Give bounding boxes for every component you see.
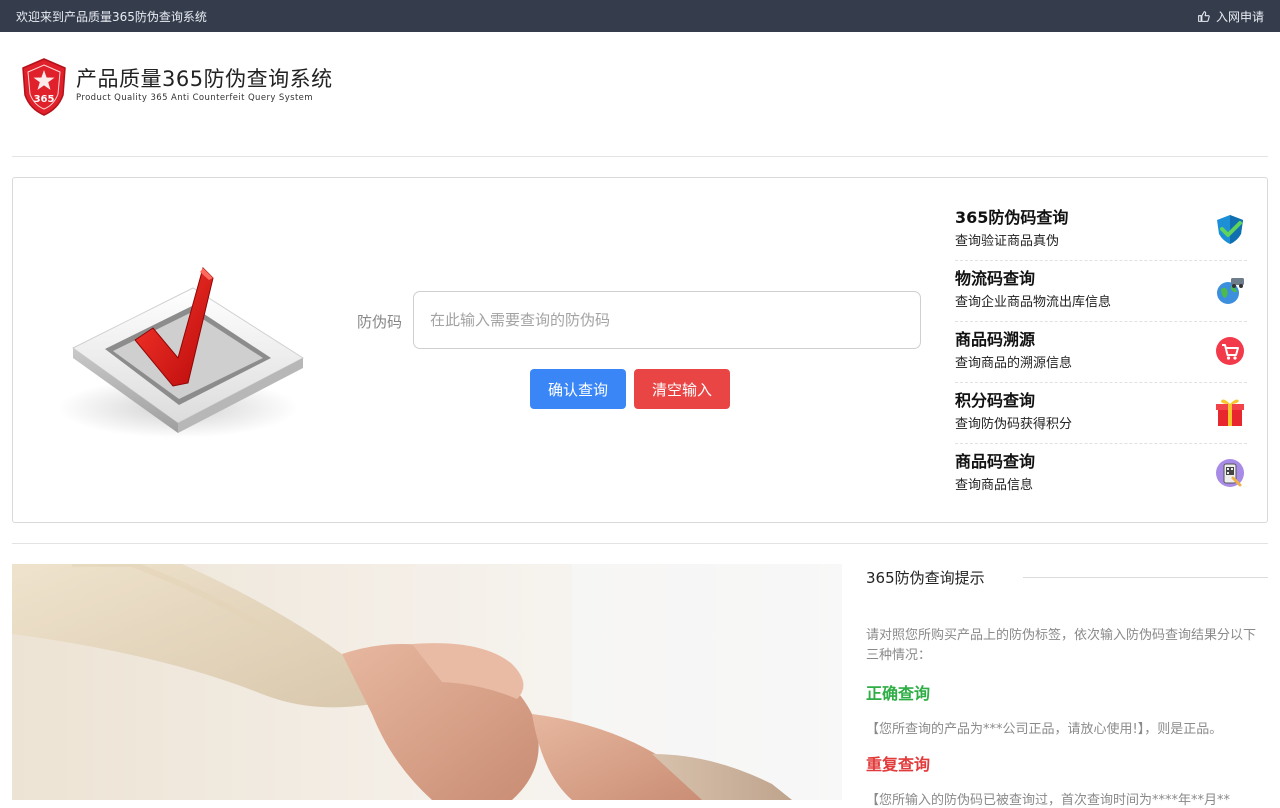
service-list: 365防伪码查询 查询验证商品真伪 物流码查询 查询企业商品物流出库信息 商品码… <box>955 200 1247 505</box>
service-item-product-code[interactable]: 商品码查询 查询商品信息 <box>955 444 1247 505</box>
service-item-anti-counterfeit[interactable]: 365防伪码查询 查询验证商品真伪 <box>955 200 1247 261</box>
service-title: 365防伪码查询 <box>955 208 1069 227</box>
scan-phone-icon <box>1216 459 1244 487</box>
site-header: 365 产品质量365防伪查询系统 Product Quality 365 An… <box>0 32 1280 157</box>
site-title: 产品质量365防伪查询系统 <box>76 67 333 91</box>
confirm-query-button[interactable]: 确认查询 <box>530 369 626 409</box>
header-divider <box>12 156 1268 157</box>
service-desc: 查询验证商品真伪 <box>955 234 1060 249</box>
shield-star-logo-icon: 365 <box>22 58 66 116</box>
service-desc: 查询商品信息 <box>955 478 1034 493</box>
svg-text:365: 365 <box>34 94 55 105</box>
service-title: 商品码查询 <box>955 452 1036 471</box>
tips-title-rule <box>1022 576 1268 578</box>
thumbs-up-icon <box>1198 10 1210 22</box>
clear-input-button[interactable]: 清空输入 <box>634 369 730 409</box>
tips-case-correct-title: 正确查询 <box>866 684 931 703</box>
handshake-photo <box>12 564 842 800</box>
tips-case-repeat-title: 重复查询 <box>866 755 931 774</box>
section-divider <box>12 543 1268 544</box>
checkmark-box-illustration <box>58 267 304 438</box>
tips-case-repeat-text: 【您所输入的防伪码已被查询过，首次查询时间为****年**月** <box>866 793 1231 808</box>
query-tips: 365防伪查询提示 请对照您所购买产品上的防伪标签，依次输入防伪码查询结果分以下… <box>866 564 1268 808</box>
service-title: 商品码溯源 <box>955 330 1036 349</box>
top-bar: 欢迎来到产品质量365防伪查询系统 入网申请 <box>0 0 1280 32</box>
service-item-points[interactable]: 积分码查询 查询防伪码获得积分 <box>955 383 1247 444</box>
shield-check-icon <box>1217 215 1243 244</box>
tips-case-correct-text: 【您所查询的产品为***公司正品，请放心使用!】，则是正品。 <box>866 722 1223 737</box>
gift-icon <box>1216 399 1244 426</box>
tips-intro: 请对照您所购买产品上的防伪标签，依次输入防伪码查询结果分以下三种情况： <box>866 628 1257 663</box>
site-logo[interactable]: 365 产品质量365防伪查询系统 Product Quality 365 An… <box>20 57 333 117</box>
tips-title: 365防伪查询提示 <box>866 568 985 587</box>
shopping-cart-icon <box>1216 337 1244 365</box>
service-item-logistics[interactable]: 物流码查询 查询企业商品物流出库信息 <box>955 261 1247 322</box>
anti-counterfeit-code-input[interactable] <box>413 291 921 349</box>
anti-counterfeit-code-label: 防伪码 <box>357 313 403 331</box>
service-desc: 查询企业商品物流出库信息 <box>955 295 1112 310</box>
service-desc: 查询商品的溯源信息 <box>955 356 1073 371</box>
service-title: 积分码查询 <box>955 391 1036 410</box>
join-network-link[interactable]: 入网申请 <box>1197 8 1264 25</box>
service-desc: 查询防伪码获得积分 <box>955 417 1073 432</box>
globe-logistics-icon <box>1217 278 1244 304</box>
service-item-traceability[interactable]: 商品码溯源 查询商品的溯源信息 <box>955 322 1247 383</box>
join-network-label: 入网申请 <box>1215 9 1264 24</box>
service-title: 物流码查询 <box>955 269 1036 288</box>
query-panel: 防伪码 确认查询 清空输入 365防伪码查询 查询验证商品真伪 物流码查询 查询… <box>12 177 1268 523</box>
site-subtitle: Product Quality 365 Anti Counterfeit Que… <box>76 93 313 103</box>
welcome-text: 欢迎来到产品质量365防伪查询系统 <box>16 9 207 24</box>
